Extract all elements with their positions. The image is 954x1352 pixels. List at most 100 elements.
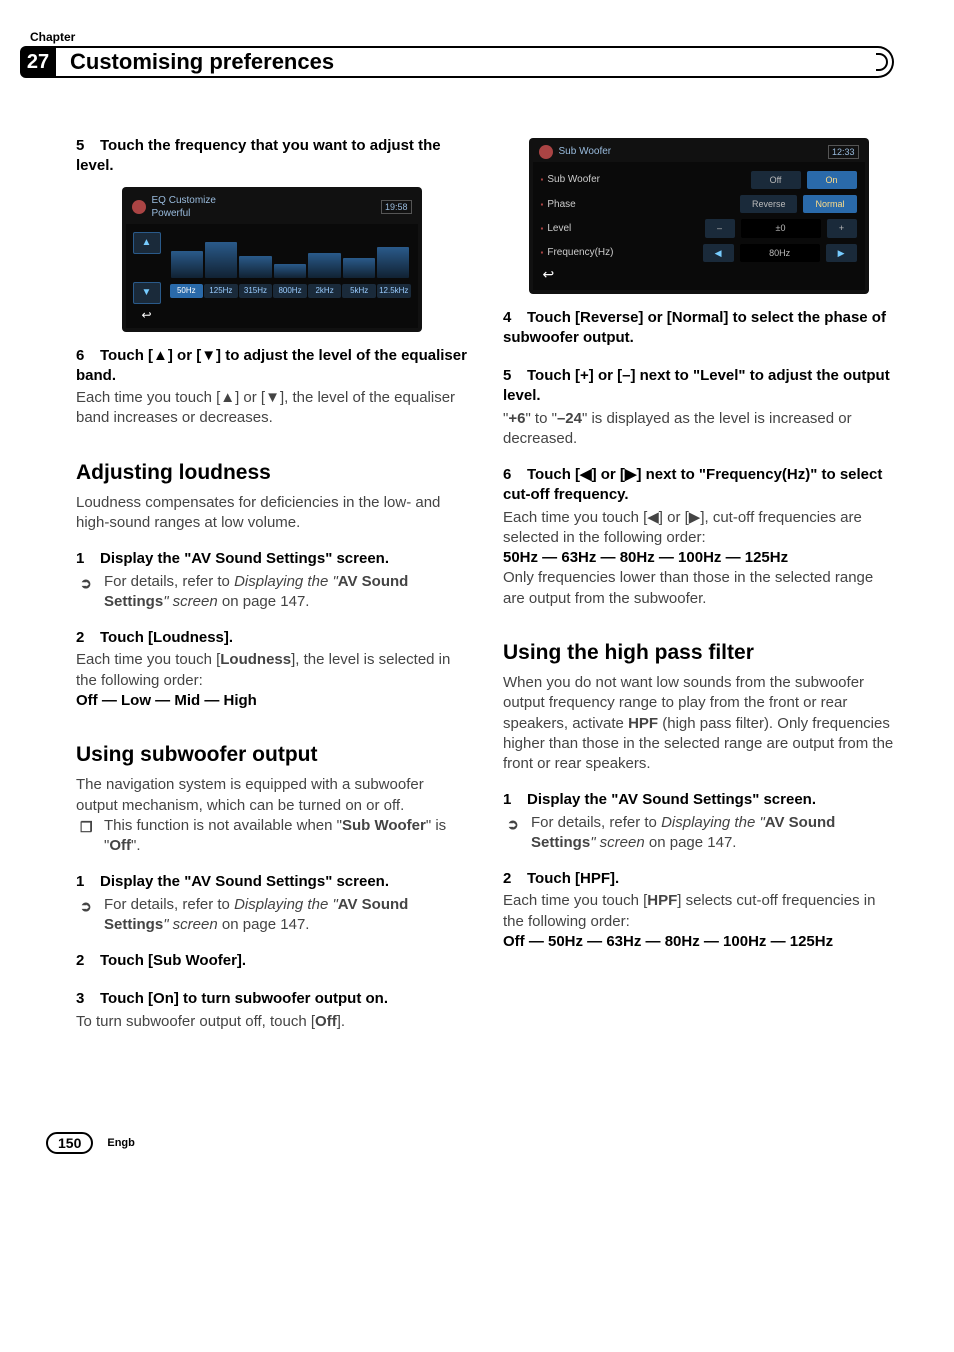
step-text: Touch [On] to turn subwoofer output on.: [100, 990, 388, 1007]
hpf-step-2-head: 2Touch [HPF].: [503, 869, 894, 889]
level-value: ±0: [741, 219, 821, 237]
cutoff-order: 50Hz — 63Hz — 80Hz — 100Hz — 125Hz: [503, 548, 894, 568]
back-icon[interactable]: ↩: [133, 309, 161, 323]
step-number: 1: [76, 872, 100, 892]
sub-note: ❐ This function is not available when "S…: [76, 816, 467, 857]
ref-text: " screen: [590, 834, 645, 851]
gear-icon: [132, 200, 146, 214]
ref-text: on page 147.: [218, 593, 310, 610]
txt: –24: [557, 410, 582, 427]
level-plus-button[interactable]: +: [827, 219, 857, 237]
gear-icon: [539, 145, 553, 159]
r-step-4-head: 4Touch [Reverse] or [Normal] to select t…: [503, 308, 894, 349]
level-minus-button[interactable]: –: [705, 219, 735, 237]
step-number: 6: [503, 465, 527, 485]
txt: Each time you touch [: [76, 651, 220, 668]
step-text: Touch [HPF].: [527, 870, 619, 887]
hpf-heading: Using the high pass filter: [503, 639, 894, 667]
step-number: 3: [76, 989, 100, 1009]
refer-icon: ➲: [80, 897, 92, 916]
sw-title: Sub Woofer: [559, 145, 612, 159]
txt: Sub Woofer: [342, 817, 426, 834]
eq-freq-btn[interactable]: 800Hz: [273, 284, 307, 299]
eq-freq-btn[interactable]: 5kHz: [342, 284, 376, 299]
step-text: Display the "AV Sound Settings" screen.: [100, 873, 389, 890]
step-text: Touch [Loudness].: [100, 629, 233, 646]
txt: Off: [109, 837, 131, 854]
loudness-step-1-head: 1Display the "AV Sound Settings" screen.: [76, 549, 467, 569]
txt: ].: [337, 1013, 345, 1030]
freq-right-button[interactable]: ▶: [826, 244, 857, 262]
page-title: Customising preferences: [70, 49, 334, 75]
loudness-step-2-body: Each time you touch [Loudness], the leve…: [76, 650, 467, 691]
sub-intro: The navigation system is equipped with a…: [76, 775, 467, 816]
freq-left-button[interactable]: ◀: [703, 244, 734, 262]
hpf-intro: When you do not want low sounds from the…: [503, 673, 894, 774]
sub-step-2-head: 2Touch [Sub Woofer].: [76, 951, 467, 971]
step-text: Touch [Sub Woofer].: [100, 952, 246, 969]
step-number: 1: [76, 549, 100, 569]
r-step-5-body: "+6" to "–24" is displayed as the level …: [503, 409, 894, 450]
ref-text: Displaying the ": [661, 814, 765, 831]
step-text: Display the "AV Sound Settings" screen.: [527, 791, 816, 808]
r-step-6-body: Each time you touch [◀] or [▶], cut-off …: [503, 508, 894, 549]
hpf-order: Off — 50Hz — 63Hz — 80Hz — 100Hz — 125Hz: [503, 932, 894, 952]
ref-text: on page 147.: [645, 834, 737, 851]
txt: Loudness: [220, 651, 291, 668]
ref-text: For details, refer to: [104, 573, 234, 590]
step-number: 6: [76, 346, 100, 366]
back-icon[interactable]: ↩: [541, 265, 857, 288]
step-text: Touch the frequency that you want to adj…: [76, 137, 441, 174]
loudness-step-1-ref: ➲ For details, refer to Displaying the "…: [76, 572, 467, 613]
step-number: 2: [503, 869, 527, 889]
txt: HPF: [628, 715, 658, 732]
title-pill-cap-icon: [876, 53, 888, 71]
header-bar: 27 Customising preferences: [20, 46, 894, 78]
step-number: 2: [76, 628, 100, 648]
phase-reverse-button[interactable]: Reverse: [740, 195, 798, 213]
eq-title: EQ Customize: [152, 194, 216, 208]
note-icon: ❐: [80, 818, 93, 837]
phase-normal-button[interactable]: Normal: [803, 195, 856, 213]
txt: To turn subwoofer output off, touch [: [76, 1013, 315, 1030]
refer-icon: ➲: [507, 815, 519, 834]
ref-text: Displaying the ": [234, 573, 338, 590]
step-text: Display the "AV Sound Settings" screen.: [100, 550, 389, 567]
refer-icon: ➲: [80, 574, 92, 593]
loudness-step-2-head: 2Touch [Loudness].: [76, 628, 467, 648]
sw-row-label: Sub Woofer: [541, 173, 631, 187]
eq-down-button[interactable]: ▼: [133, 282, 161, 304]
hpf-step-1-head: 1Display the "AV Sound Settings" screen.: [503, 790, 894, 810]
eq-freq-btn[interactable]: 315Hz: [239, 284, 273, 299]
eq-up-button[interactable]: ▲: [133, 232, 161, 254]
hpf-step-2-body: Each time you touch [HPF] selects cut-of…: [503, 891, 894, 932]
r-step-5-head: 5Touch [+] or [–] next to "Level" to adj…: [503, 366, 894, 407]
step-6-body: Each time you touch [▲] or [▼], the leve…: [76, 388, 467, 429]
sub-step-3-head: 3Touch [On] to turn subwoofer output on.: [76, 989, 467, 1009]
chapter-number-badge: 27: [20, 46, 56, 78]
eq-subtitle: Powerful: [152, 207, 216, 221]
chapter-label: Chapter: [30, 30, 894, 44]
page-number-badge: 150: [46, 1132, 93, 1154]
eq-freq-btn[interactable]: 125Hz: [204, 284, 238, 299]
right-column: Sub Woofer 12:33 Sub Woofer Off On Phase: [503, 128, 894, 1032]
sw-on-button[interactable]: On: [807, 171, 857, 189]
eq-customize-screenshot: EQ Customize Powerful 19:58 ▲ ▼ ↩: [122, 187, 422, 332]
txt: Each time you touch [: [503, 892, 647, 909]
ref-text: on page 147.: [218, 916, 310, 933]
txt: +6: [508, 410, 525, 427]
step-number: 4: [503, 308, 527, 328]
eq-freq-btn[interactable]: 12.5kHz: [377, 284, 411, 299]
eq-freq-btn[interactable]: 2kHz: [308, 284, 342, 299]
sw-row-label: Level: [541, 222, 631, 236]
language-code: Engb: [107, 1137, 135, 1149]
eq-freq-btn[interactable]: 50Hz: [170, 284, 204, 299]
using-subwoofer-heading: Using subwoofer output: [76, 741, 467, 769]
ref-text: " screen: [163, 916, 218, 933]
step-text: Touch [Reverse] or [Normal] to select th…: [503, 309, 886, 346]
step-text: Touch [+] or [–] next to "Level" to adju…: [503, 367, 890, 404]
ref-text: Displaying the ": [234, 896, 338, 913]
clock: 12:33: [828, 145, 859, 159]
step-text: Touch [◀] or [▶] next to "Frequency(Hz)"…: [503, 466, 882, 503]
sw-off-button[interactable]: Off: [751, 171, 801, 189]
